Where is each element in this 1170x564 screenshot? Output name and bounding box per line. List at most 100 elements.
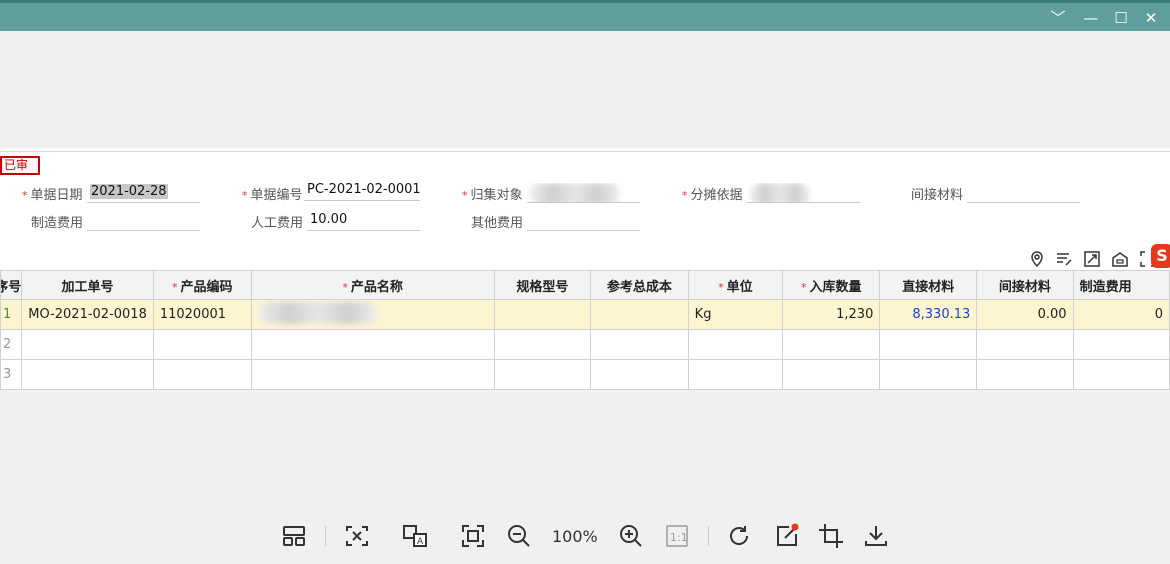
close-button[interactable]: ✕: [1138, 6, 1164, 30]
cell-order[interactable]: [21, 359, 154, 390]
ocr-translate-icon[interactable]: A: [401, 522, 429, 550]
cell-code[interactable]: 11020001: [152, 299, 252, 330]
other-field[interactable]: [527, 211, 640, 231]
labor-field[interactable]: 10.00: [307, 211, 420, 231]
docno-label: * 单据编号: [242, 188, 303, 203]
table-row[interactable]: 2: [0, 329, 1170, 360]
cell-qty[interactable]: 1,230: [782, 299, 881, 330]
chevron-down-icon: ﹀: [1050, 9, 1066, 27]
download-icon[interactable]: [862, 522, 890, 550]
list-edit-icon[interactable]: [1055, 250, 1073, 268]
cell-refcost[interactable]: [590, 359, 689, 390]
detail-table: 序号 加工单号 *产品编码 *产品名称 规格型号 参考总成本 *单位 *入库数量…: [0, 270, 1170, 390]
date-value: 2021-02-28: [90, 184, 168, 199]
cell-mfg[interactable]: [1072, 359, 1170, 390]
svg-text:1:1: 1:1: [670, 531, 688, 544]
zoom-level: 100%: [552, 527, 598, 546]
toolbar-divider: [708, 526, 709, 546]
cell-mfg[interactable]: [1072, 329, 1170, 360]
rotate-icon[interactable]: [725, 522, 753, 550]
indirect-field[interactable]: [967, 183, 1080, 203]
col-refcost[interactable]: 参考总成本: [590, 270, 689, 300]
cell-refcost[interactable]: [590, 329, 689, 360]
zoom-in-icon[interactable]: [617, 522, 645, 550]
cell-unit[interactable]: [687, 329, 784, 360]
crop-icon[interactable]: [817, 522, 845, 550]
col-mfg[interactable]: 制造费用: [1072, 270, 1170, 300]
labor-label: 人工费用: [251, 216, 304, 231]
cell-indirect[interactable]: [976, 359, 1074, 390]
svg-text:A: A: [417, 537, 424, 547]
cell-mfg[interactable]: 0: [1072, 299, 1170, 330]
actual-size-icon[interactable]: 1:1: [663, 522, 691, 550]
cell-indirect[interactable]: 0.00: [976, 299, 1074, 330]
cell-order[interactable]: [21, 329, 154, 360]
maximize-button[interactable]: ☐: [1108, 6, 1134, 30]
col-rownum[interactable]: 序号: [0, 270, 23, 300]
location-icon[interactable]: [1028, 250, 1046, 268]
toolbar-divider: [325, 526, 326, 546]
col-code[interactable]: * 产品编码: [152, 270, 252, 300]
cell-direct[interactable]: [879, 329, 978, 360]
cell-direct[interactable]: 8,330.13: [879, 299, 978, 330]
fit-width-icon[interactable]: [343, 522, 371, 550]
indirect-label: 间接材料: [911, 188, 964, 203]
cell-spec[interactable]: [493, 359, 592, 390]
cell-direct[interactable]: [879, 359, 978, 390]
minimize-icon: —: [1083, 9, 1099, 27]
export-icon[interactable]: [1083, 250, 1101, 268]
collect-field[interactable]: [527, 183, 640, 203]
cell-spec[interactable]: [493, 299, 592, 330]
row-number: 2: [0, 329, 23, 360]
redacted-value: [530, 183, 620, 202]
table-row[interactable]: 3: [0, 359, 1170, 390]
cell-name[interactable]: [250, 329, 495, 360]
alloc-label: * 分摊依据: [682, 188, 743, 203]
status-badge: 已审: [0, 156, 40, 175]
close-icon: ✕: [1144, 9, 1158, 27]
col-name[interactable]: * 产品名称: [250, 270, 495, 300]
row-number: 3: [0, 359, 23, 390]
alloc-field[interactable]: [747, 183, 860, 203]
cell-qty[interactable]: [782, 329, 881, 360]
redacted-value: [257, 301, 378, 324]
cell-unit[interactable]: [687, 359, 784, 390]
upper-blank-area: [0, 31, 1170, 148]
cell-name[interactable]: [250, 299, 495, 330]
collect-label: * 归集对象: [462, 188, 523, 203]
cell-unit[interactable]: Kg: [687, 299, 784, 330]
cell-spec[interactable]: [493, 329, 592, 360]
table-row[interactable]: 1 MO-2021-02-0018 11020001 Kg 1,230 8,33…: [0, 299, 1170, 330]
fit-screen-icon[interactable]: [459, 522, 487, 550]
other-label: 其他费用: [471, 216, 524, 231]
redacted-value: [750, 183, 810, 202]
col-order[interactable]: 加工单号: [21, 270, 154, 300]
cell-indirect[interactable]: [976, 329, 1074, 360]
col-unit[interactable]: * 单位: [687, 270, 784, 300]
date-field[interactable]: 2021-02-28: [87, 183, 200, 203]
mfg-field[interactable]: [87, 211, 200, 231]
edit-icon[interactable]: [773, 522, 801, 550]
minimize-button[interactable]: —: [1078, 6, 1104, 30]
cell-refcost[interactable]: [590, 299, 689, 330]
layout-icon[interactable]: [280, 522, 308, 550]
input-method-logo-icon: S: [1151, 244, 1170, 268]
date-label: * 单据日期: [22, 188, 83, 203]
home-icon[interactable]: [1111, 250, 1129, 268]
row-number: 1: [0, 299, 23, 330]
cell-name[interactable]: [250, 359, 495, 390]
cell-order[interactable]: MO-2021-02-0018: [21, 299, 154, 330]
maximize-icon: ☐: [1114, 9, 1128, 27]
col-qty[interactable]: * 入库数量: [782, 270, 881, 300]
mfg-label: 制造费用: [31, 216, 84, 231]
zoom-out-icon[interactable]: [505, 522, 533, 550]
cell-code[interactable]: [152, 329, 252, 360]
col-direct[interactable]: 直接材料: [879, 270, 978, 300]
docno-field[interactable]: PC-2021-02-0001: [304, 181, 420, 201]
table-header-row: 序号 加工单号 *产品编码 *产品名称 规格型号 参考总成本 *单位 *入库数量…: [0, 270, 1170, 300]
col-spec[interactable]: 规格型号: [493, 270, 592, 300]
col-indirect[interactable]: 间接材料: [976, 270, 1074, 300]
cell-code[interactable]: [152, 359, 252, 390]
cell-qty[interactable]: [782, 359, 881, 390]
collapse-button[interactable]: ﹀: [1045, 6, 1071, 30]
